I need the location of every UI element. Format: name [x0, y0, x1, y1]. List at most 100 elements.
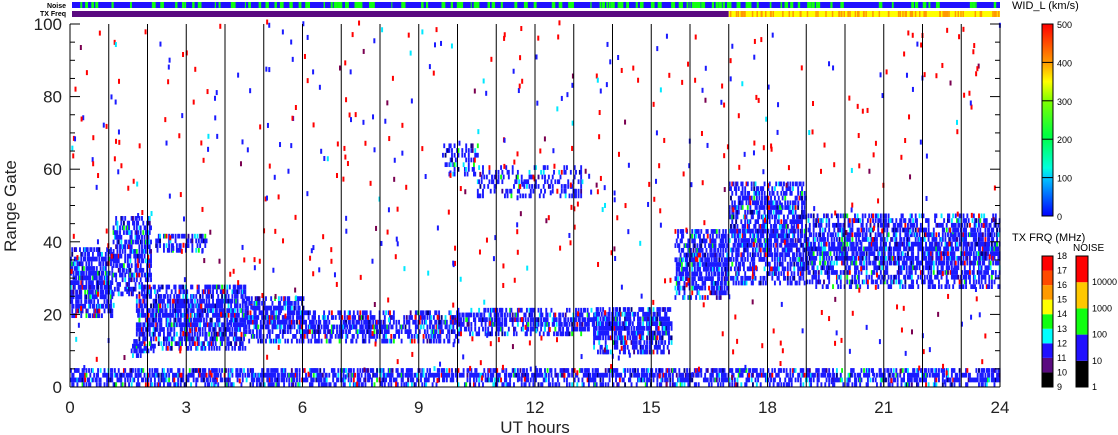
- echo-cell: [781, 261, 784, 267]
- echo-cell: [426, 338, 429, 344]
- noise-strip-segment: [338, 2, 343, 8]
- echo-cell: [559, 312, 562, 318]
- echo-cell: [160, 294, 163, 299]
- echo-cell: [155, 336, 158, 342]
- echo-cell: [607, 330, 610, 336]
- txfreq-strip-segment: [863, 11, 865, 17]
- echo-cell: [290, 324, 293, 330]
- echo-cell: [780, 271, 783, 276]
- echo-cell: [199, 294, 202, 299]
- echo-cell: [170, 345, 173, 351]
- echo-cell: [803, 261, 806, 267]
- txfreq-strip-segment: [925, 11, 927, 17]
- echo-cell: [390, 334, 393, 339]
- echo-cell: [150, 345, 152, 351]
- echo-cell: [414, 319, 417, 325]
- echo-cell: [104, 266, 107, 271]
- echo-cell: [566, 307, 568, 313]
- echo-cell: [695, 233, 698, 239]
- echo-cell: [786, 200, 789, 206]
- echo-cell: [491, 326, 493, 332]
- echo-cell: [776, 190, 779, 196]
- echo-cell: [744, 190, 747, 196]
- echo-cell: [259, 319, 262, 325]
- echo-cell: [470, 326, 473, 332]
- echo-cell: [666, 344, 669, 350]
- echo-cell: [296, 319, 298, 325]
- echo-cell: [708, 285, 710, 291]
- noise-strip-segment: [711, 2, 715, 8]
- echo-cell: [376, 324, 379, 330]
- echo-cell: [122, 225, 125, 231]
- echo-cell: [314, 324, 317, 330]
- echo-cell: [808, 227, 811, 233]
- echo-cell: [270, 305, 273, 311]
- echo-cell: [469, 331, 472, 337]
- echo-cell: [590, 307, 593, 313]
- echo-cell: [682, 276, 685, 282]
- echo-cell: [156, 243, 159, 248]
- echo-cell: [137, 353, 140, 358]
- echo-cell: [478, 165, 481, 170]
- echo-cell: [288, 296, 291, 301]
- noise-strip-segment: [689, 2, 691, 8]
- echo-cell: [538, 193, 541, 199]
- echo-cell: [737, 252, 740, 258]
- txfreq-strip-segment: [974, 11, 977, 17]
- txfreq-strip-segment: [843, 11, 846, 17]
- echo-cell: [318, 338, 320, 344]
- echo-cell: [852, 251, 855, 256]
- echo-cell: [732, 257, 735, 262]
- echo-cell: [624, 349, 627, 355]
- txfreq-strip-segment: [878, 11, 881, 17]
- echo-cell: [863, 251, 865, 256]
- echo-cell: [780, 242, 783, 248]
- echo-cell: [199, 331, 202, 337]
- echo-cell: [128, 282, 131, 287]
- echo-cell: [356, 334, 359, 339]
- echo-cell: [798, 247, 801, 253]
- echo-cell: [445, 162, 448, 168]
- echo-cell: [501, 326, 504, 332]
- echo-cell: [196, 233, 199, 239]
- echo-cell: [112, 225, 115, 231]
- echo-cell: [463, 171, 466, 177]
- echo-cell: [231, 298, 234, 304]
- echo-cell: [790, 271, 793, 276]
- echo-cell: [451, 152, 453, 158]
- echo-cell: [854, 213, 856, 219]
- echo-cell: [602, 307, 605, 312]
- echo-cell: [241, 341, 244, 346]
- echo-cell: [484, 326, 487, 332]
- echo-cell: [562, 331, 565, 337]
- echo-cell: [404, 324, 407, 330]
- echo-cell: [497, 331, 500, 337]
- echo-cell: [779, 257, 782, 262]
- echo-cell: [877, 255, 880, 261]
- echo-cell: [540, 326, 543, 332]
- txfreq-strip-segment: [899, 11, 902, 17]
- echo-cell: [828, 218, 831, 223]
- echo-cell: [72, 294, 75, 300]
- echo-cell: [528, 184, 531, 189]
- txfreq-strip-segment: [957, 11, 960, 17]
- echo-cell: [489, 188, 492, 194]
- echo-cell: [153, 331, 156, 337]
- echo-cell: [307, 338, 310, 344]
- echo-cell: [776, 200, 779, 206]
- echo-cell: [715, 233, 718, 239]
- echo-cell: [626, 335, 629, 341]
- echo-cell: [575, 188, 577, 194]
- echo-cell: [514, 326, 517, 332]
- echo-cell: [881, 222, 884, 228]
- echo-cell: [155, 317, 158, 323]
- echo-cell: [386, 338, 389, 344]
- echo-cell: [132, 353, 134, 358]
- noise-strip-segment: [421, 2, 424, 8]
- echo-cell: [132, 216, 134, 221]
- echo-cell: [505, 317, 508, 323]
- echo-cell: [835, 279, 838, 285]
- echo-cell: [104, 251, 107, 257]
- echo-cell: [148, 341, 151, 346]
- echo-cell: [231, 294, 234, 299]
